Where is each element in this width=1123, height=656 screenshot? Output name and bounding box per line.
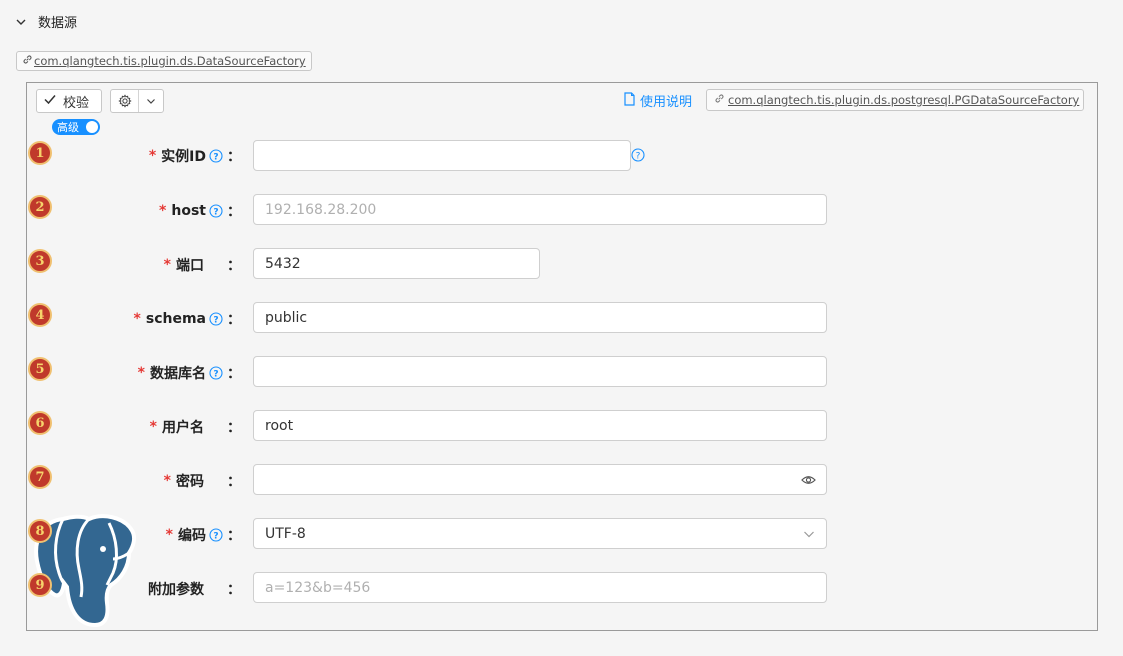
svg-text:?: ? xyxy=(213,531,218,541)
password-input[interactable] xyxy=(253,464,827,495)
username-input[interactable]: root xyxy=(253,410,827,441)
impl-class-tag[interactable]: com.qlangtech.tis.plugin.ds.postgresql.P… xyxy=(706,89,1084,111)
help-icon[interactable]: ? xyxy=(209,312,223,326)
step-badge: 1 xyxy=(28,141,52,165)
svg-text:?: ? xyxy=(213,369,218,379)
eye-icon[interactable] xyxy=(801,473,816,487)
instance-id-input[interactable] xyxy=(253,140,631,171)
step-badge: 7 xyxy=(28,465,52,489)
toggle-knob xyxy=(86,121,98,133)
section-title: 数据源 xyxy=(38,16,78,31)
schema-input[interactable]: public xyxy=(253,302,827,333)
section-header[interactable]: 数据源 xyxy=(14,12,77,31)
chevron-down-icon[interactable] xyxy=(14,15,28,29)
field-label-encoding: * 编码 ? ： xyxy=(165,527,241,544)
host-input[interactable]: 192.168.28.200 xyxy=(253,194,827,225)
field-label-host: * host ? ： xyxy=(159,203,241,220)
step-badge: 2 xyxy=(28,195,52,219)
gear-icon[interactable] xyxy=(111,90,139,112)
step-badge: 5 xyxy=(28,357,52,381)
link-icon xyxy=(714,93,725,107)
svg-text:?: ? xyxy=(213,207,218,217)
svg-text:?: ? xyxy=(213,152,218,162)
encoding-select[interactable]: UTF-8 xyxy=(253,518,827,549)
dropdown-chevron-icon[interactable] xyxy=(139,90,163,112)
step-badge: 8 xyxy=(28,519,52,543)
help-icon[interactable]: ? xyxy=(209,528,223,542)
step-badge: 9 xyxy=(28,573,52,597)
plugin-tag[interactable]: com.qlangtech.tis.plugin.ds.DataSourceFa… xyxy=(16,51,312,71)
field-label-password: * 密码 ： xyxy=(163,473,241,490)
help-icon[interactable]: ? xyxy=(209,204,223,218)
advanced-toggle[interactable]: 高级 xyxy=(52,119,100,135)
field-label-database-name: * 数据库名 ? ： xyxy=(137,365,241,382)
datasource-panel: 校验 使用说明 com.qlangtech.tis.plugin.ds.post… xyxy=(26,82,1098,631)
help-icon[interactable]: ? xyxy=(631,148,645,162)
svg-text:?: ? xyxy=(636,151,641,161)
help-icon[interactable]: ? xyxy=(209,149,223,163)
verify-label: 校验 xyxy=(63,95,90,111)
database-name-input[interactable] xyxy=(253,356,827,387)
field-label-schema: * schema ? ： xyxy=(133,311,241,328)
plugin-tag-text: com.qlangtech.tis.plugin.ds.DataSourceFa… xyxy=(34,54,306,68)
settings-button-group[interactable] xyxy=(110,89,164,113)
port-input[interactable]: 5432 xyxy=(253,248,540,279)
field-label-username: * 用户名 ： xyxy=(149,419,241,436)
step-badge: 6 xyxy=(28,411,52,435)
field-label-port: * 端口 ： xyxy=(163,257,241,274)
extra-params-input[interactable]: a=123&b=456 xyxy=(253,572,827,603)
step-badge: 4 xyxy=(28,303,52,327)
field-label-instance-id: * 实例ID ? ： xyxy=(148,148,241,165)
verify-button[interactable]: 校验 xyxy=(36,89,102,113)
svg-text:?: ? xyxy=(213,315,218,325)
step-badge: 3 xyxy=(28,249,52,273)
check-icon xyxy=(43,92,57,110)
usage-doc-label: 使用说明 xyxy=(640,95,693,110)
link-icon xyxy=(22,54,33,68)
impl-class-text: com.qlangtech.tis.plugin.ds.postgresql.P… xyxy=(728,93,1080,107)
chevron-down-icon[interactable] xyxy=(802,527,816,541)
field-label-extra-params: 附加参数 ： xyxy=(148,582,241,598)
document-icon xyxy=(623,91,636,110)
usage-doc-link[interactable]: 使用说明 xyxy=(623,91,692,110)
help-icon[interactable]: ? xyxy=(209,366,223,380)
advanced-toggle-label: 高级 xyxy=(57,121,79,134)
